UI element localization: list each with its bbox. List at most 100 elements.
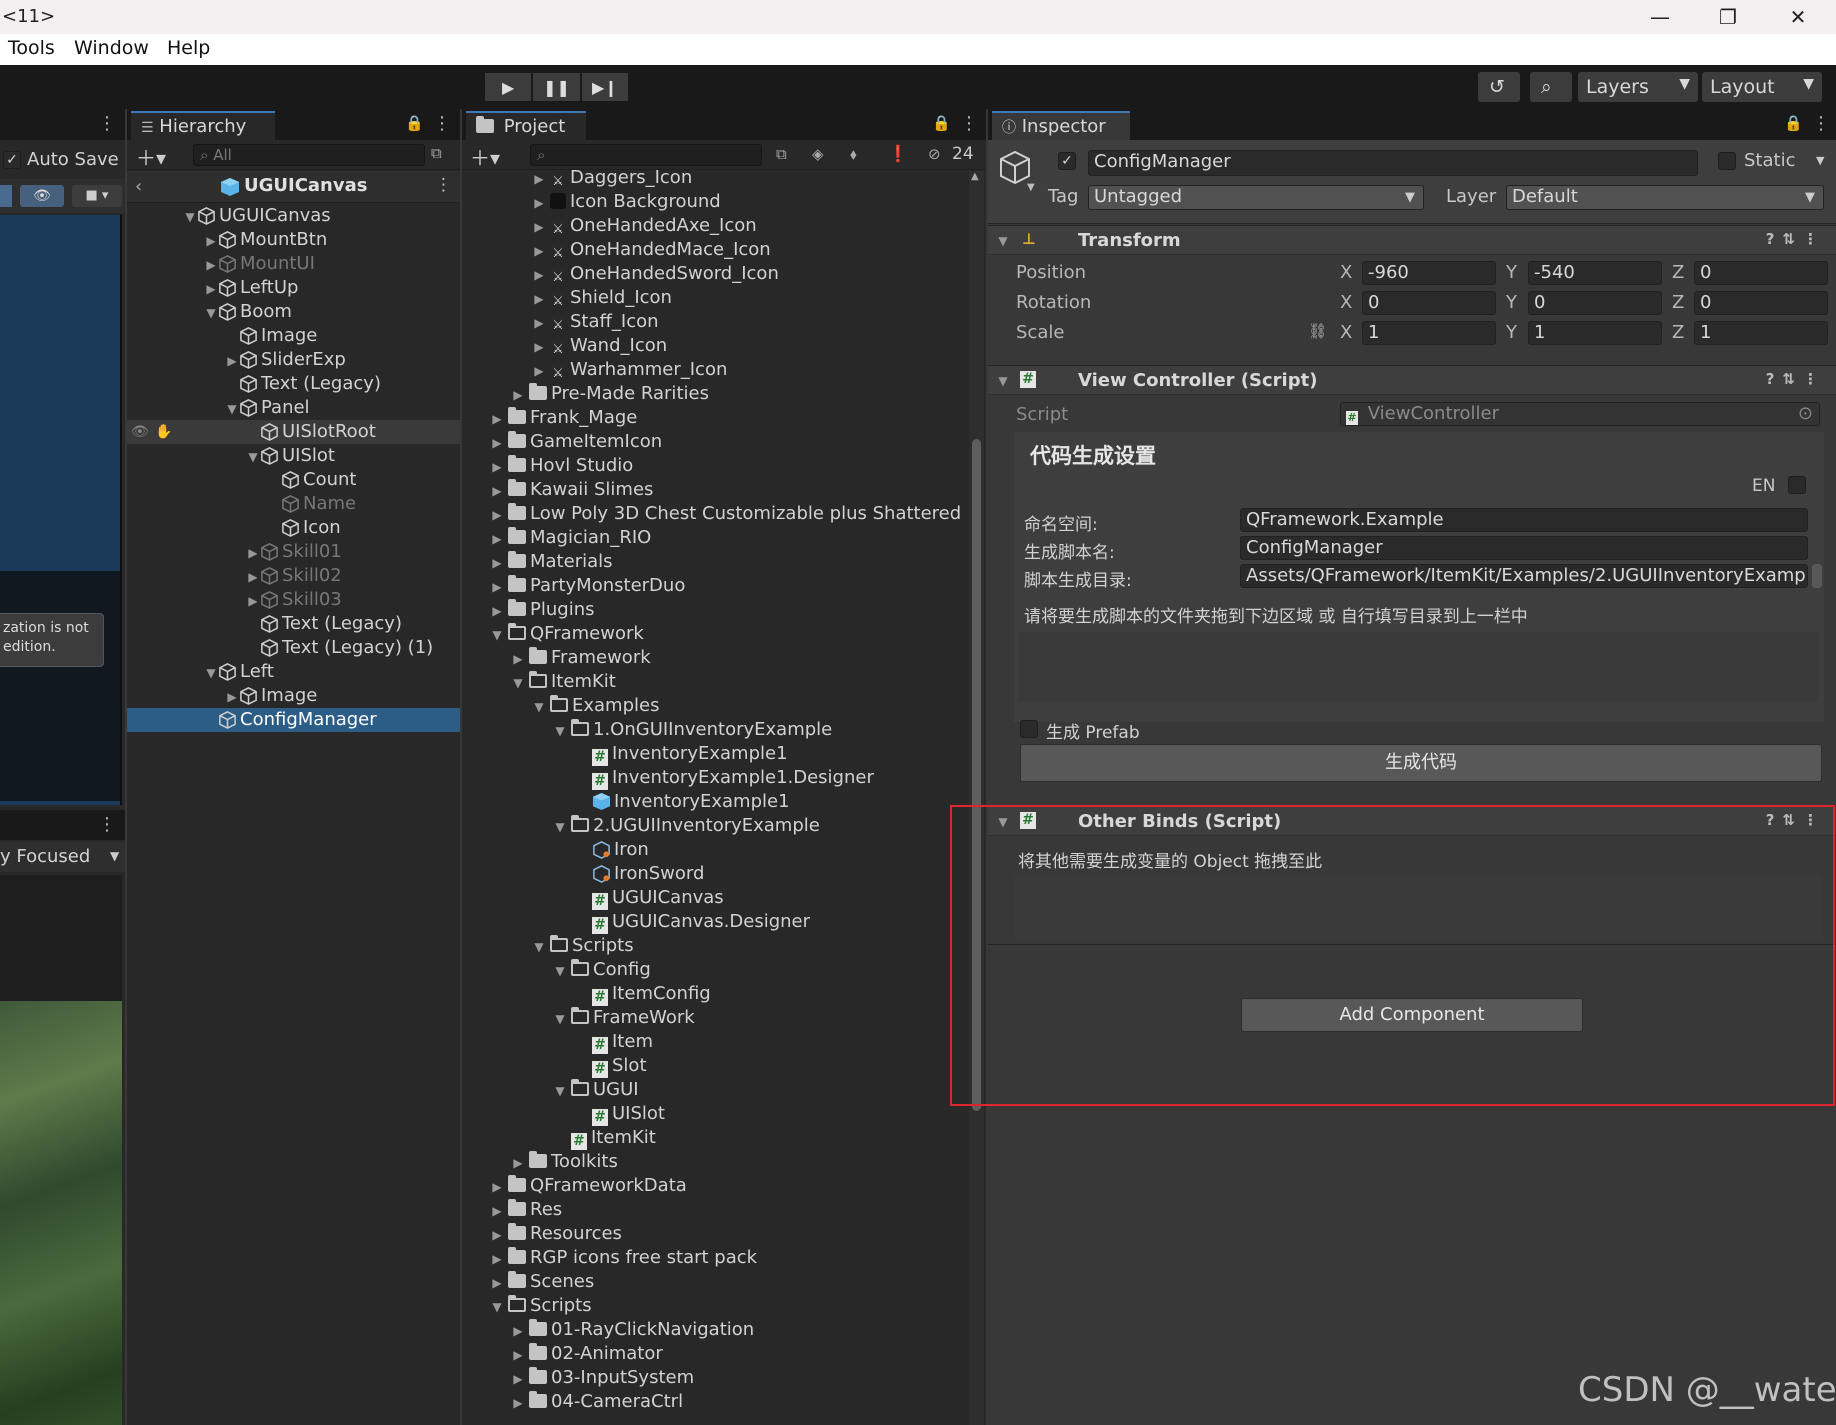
generate-code-button[interactable]: 生成代码 [1020,744,1822,782]
project-item[interactable]: ▶ Kawaii Slimes [462,478,967,502]
foldout-collapsed-icon[interactable]: ▶ [490,575,504,599]
tab-project[interactable]: Project [466,111,586,140]
active-checkbox[interactable]: ✓ [1058,152,1076,170]
history-icon[interactable]: ↺ [1478,72,1520,102]
project-item[interactable]: # UGUICanvas [462,886,967,910]
hierarchy-item[interactable]: ▶ Skill03 [127,588,460,612]
foldout-collapsed-icon[interactable]: ▶ [204,229,218,253]
hierarchy-item[interactable]: ▶ LeftUp [127,276,460,300]
hierarchy-item[interactable]: UISlotRoot [127,420,460,444]
project-item[interactable]: ▶ Res [462,1198,967,1222]
visibility-icon[interactable]: 👁 [20,185,64,207]
hierarchy-item[interactable]: Name [127,492,460,516]
lock-icon[interactable]: 🔒 [932,114,951,132]
project-item[interactable]: ▼ Scripts [462,1294,967,1318]
foldout-expanded-icon[interactable]: ▼ [490,623,504,647]
foldout-expanded-icon[interactable]: ▼ [553,959,567,983]
lock-icon[interactable]: 🔒 [405,114,424,132]
foldout-expanded-icon[interactable]: ▼ [553,815,567,839]
project-item[interactable]: ▶ Scenes [462,1270,967,1294]
layout-dropdown[interactable]: Layout ▼ [1702,72,1822,102]
foldout-collapsed-icon[interactable]: ▶ [204,253,218,277]
hierarchy-item[interactable]: ▼ UISlot [127,444,460,468]
project-item[interactable]: ▼ FrameWork [462,1006,967,1030]
project-item[interactable]: ▶ Materials [462,550,967,574]
tab-inspector[interactable]: ⓘ Inspector [992,111,1130,140]
project-item[interactable]: ▶ Frank_Mage [462,406,967,430]
project-item[interactable]: ▶ Low Poly 3D Chest Customizable plus Sha… [462,502,967,526]
project-item[interactable]: ▶ ⚔ Shield_Icon [462,286,967,310]
project-item[interactable]: Iron [462,838,967,862]
foldout-icon[interactable]: ▼ [996,374,1010,388]
foldout-expanded-icon[interactable]: ▼ [511,671,525,695]
project-item[interactable]: ▶ GameItemIcon [462,430,967,454]
foldout-expanded-icon[interactable]: ▼ [532,935,546,959]
object-name-input[interactable]: ConfigManager [1088,150,1698,176]
project-item[interactable]: # InventoryExample1 [462,742,967,766]
project-item[interactable]: ▼ UGUI [462,1078,967,1102]
foldout-collapsed-icon[interactable]: ▶ [532,287,546,311]
project-item[interactable]: ▶ ⚔ OneHandedSword_Icon [462,262,967,286]
foldout-collapsed-icon[interactable]: ▶ [532,167,546,191]
project-item[interactable]: ▶ 04-CameraCtrl [462,1390,967,1414]
project-item[interactable]: IronSword [462,862,967,886]
hierarchy-item[interactable]: ▶ MountUI [127,252,460,276]
project-scrollbar[interactable]: ▲ [969,171,984,1425]
hierarchy-item[interactable]: ▼ Panel [127,396,460,420]
foldout-collapsed-icon[interactable]: ▶ [511,1391,525,1415]
project-item[interactable]: # InventoryExample1.Designer [462,766,967,790]
view-controller-header[interactable]: ▼ # View Controller (Script) ?⇅⋮ [988,365,1836,395]
project-item[interactable]: # ItemConfig [462,982,967,1006]
hierarchy-item[interactable]: ▶ MountBtn [127,228,460,252]
chevron-down-icon[interactable]: ▼ [1027,182,1035,193]
rotation-x-field[interactable]: 0 [1362,291,1496,315]
hierarchy-item[interactable]: Image [127,324,460,348]
layers-dropdown[interactable]: Layers ▼ [1578,72,1698,102]
project-item[interactable]: ▶ ⚔ OneHandedAxe_Icon [462,214,967,238]
foldout-collapsed-icon[interactable]: ▶ [511,1343,525,1367]
hierarchy-item[interactable]: ▶ SliderExp [127,348,460,372]
script-name-input[interactable]: ConfigManager [1240,536,1808,560]
static-checkbox[interactable] [1718,152,1736,170]
project-item[interactable]: ▶ ⚔ Warhammer_Icon [462,358,967,382]
hierarchy-search-input[interactable]: ⌕ All [193,144,425,166]
foldout-collapsed-icon[interactable]: ▶ [532,335,546,359]
menu-help[interactable]: Help [167,37,210,59]
hierarchy-item[interactable]: Text (Legacy) (1) [127,636,460,660]
hierarchy-item[interactable]: Text (Legacy) [127,372,460,396]
foldout-collapsed-icon[interactable]: ▶ [490,479,504,503]
foldout-collapsed-icon[interactable]: ▶ [490,1271,504,1295]
project-item[interactable]: ▶ Resources [462,1222,967,1246]
foldout-collapsed-icon[interactable]: ▶ [490,1199,504,1223]
project-item[interactable]: ▶ ⚔ Wand_Icon [462,334,967,358]
kebab-menu-icon[interactable]: ⋮ [98,113,116,134]
project-item[interactable]: InventoryExample1 [462,790,967,814]
menu-tools[interactable]: Tools [8,37,55,59]
foldout-icon[interactable]: ▼ [996,234,1010,248]
pause-icon[interactable]: ❚❚ [533,73,580,101]
foldout-collapsed-icon[interactable]: ▶ [532,359,546,383]
focused-dropdown-label[interactable]: y Focused [0,846,90,867]
kebab-menu-icon[interactable]: ⋮ [960,113,978,134]
minimize-icon[interactable]: — [1630,0,1690,34]
project-item[interactable]: ▶ 03-InputSystem [462,1366,967,1390]
rotation-z-field[interactable]: 0 [1694,291,1828,315]
camera-icon[interactable]: ■ ▾ [72,185,122,207]
foldout-collapsed-icon[interactable]: ▶ [490,1247,504,1271]
hidden-eye-icon[interactable]: ⊘ [928,145,941,163]
foldout-collapsed-icon[interactable]: ▶ [246,565,260,589]
project-item[interactable]: # UGUICanvas.Designer [462,910,967,934]
project-item[interactable]: ▶ 01-RayClickNavigation [462,1318,967,1342]
hierarchy-item[interactable]: ▼ Left [127,660,460,684]
foldout-collapsed-icon[interactable]: ▶ [490,455,504,479]
foldout-expanded-icon[interactable]: ▼ [553,1007,567,1031]
position-y-field[interactable]: -540 [1528,261,1662,285]
project-item[interactable]: ▶ ⚔ OneHandedMace_Icon [462,238,967,262]
foldout-collapsed-icon[interactable]: ▶ [225,685,239,709]
rotation-y-field[interactable]: 0 [1528,291,1662,315]
project-item[interactable]: ▼ Examples [462,694,967,718]
namespace-input[interactable]: QFramework.Example [1240,508,1808,532]
scene-viewport[interactable]: zation is not edition. [0,215,122,805]
foldout-collapsed-icon[interactable]: ▶ [490,1223,504,1247]
foldout-expanded-icon[interactable]: ▼ [183,205,197,229]
